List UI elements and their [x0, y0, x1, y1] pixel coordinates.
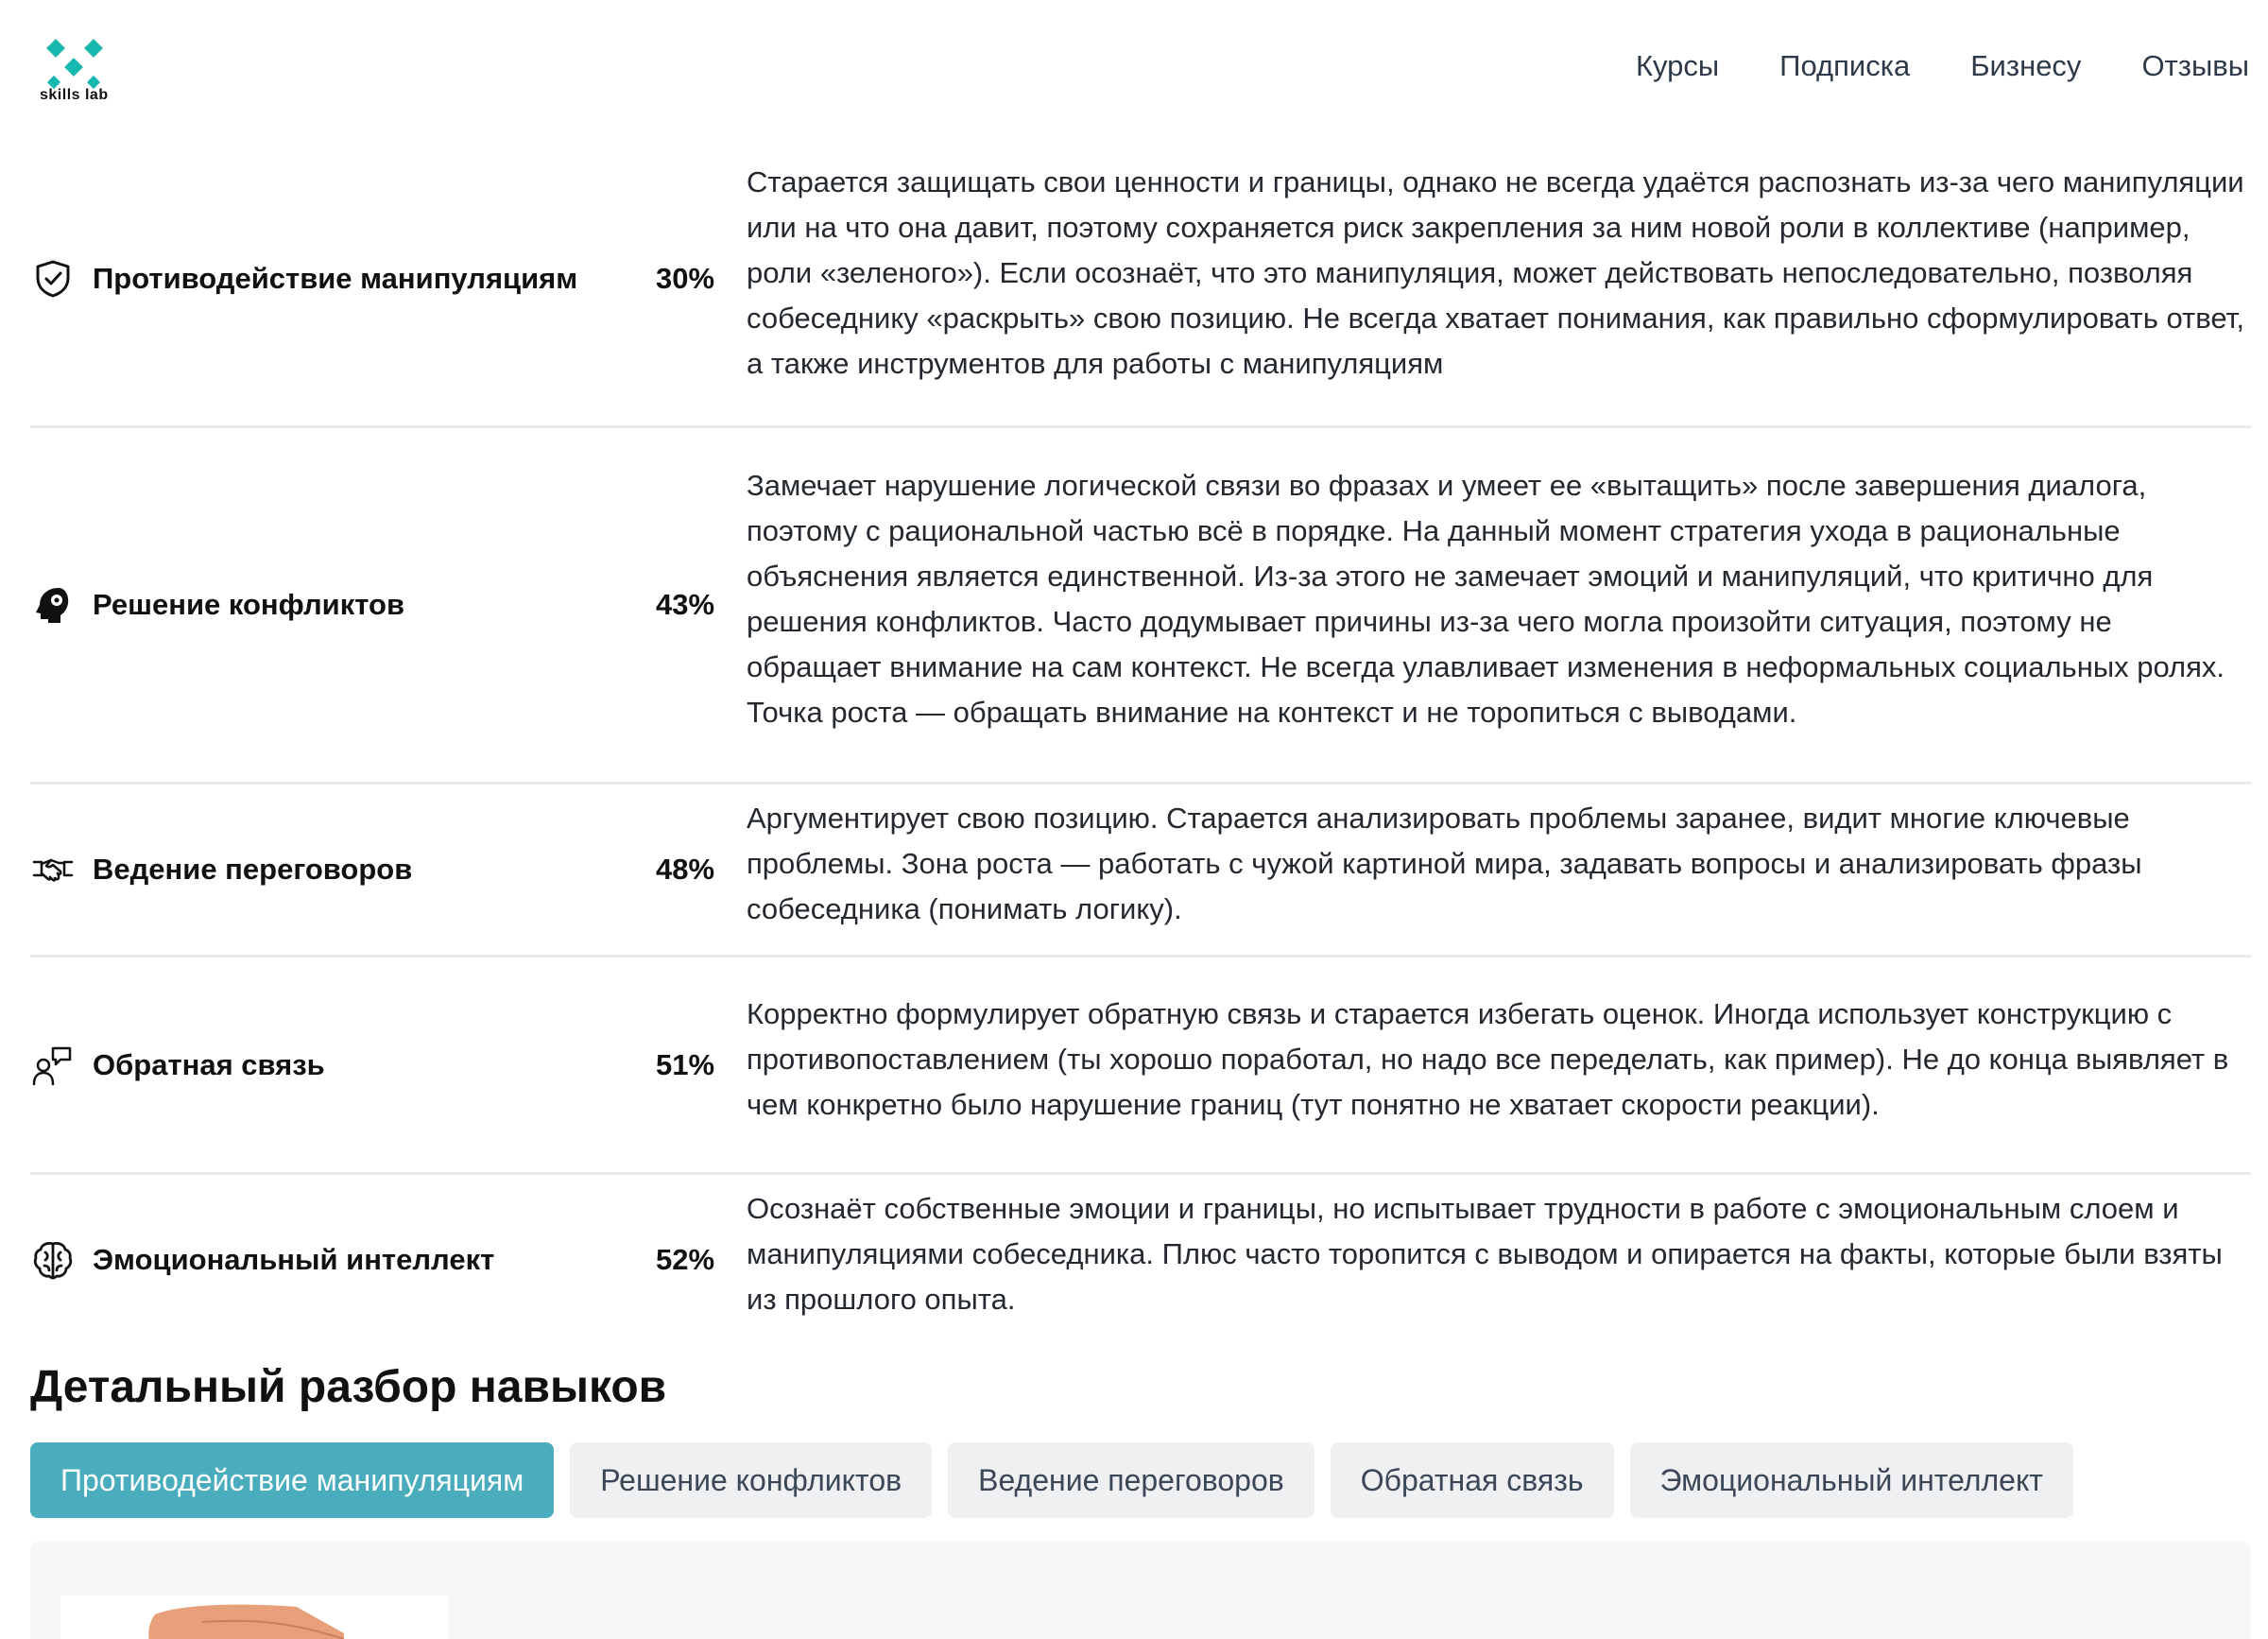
skill-label: Противодействие манипуляциям — [93, 262, 578, 295]
handshake-icon — [32, 858, 74, 882]
skill-percent: 51% — [656, 1047, 715, 1081]
skill-label: Обратная связь — [93, 1047, 325, 1081]
skill-tabs: Противодействие манипуляциям Решение кон… — [30, 1442, 2073, 1518]
shield-check-icon — [36, 260, 70, 298]
tab-conflict-resolution[interactable]: Решение конфликтов — [570, 1442, 933, 1518]
nav-courses[interactable]: Курсы — [1636, 49, 1719, 83]
detail-panel — [30, 1541, 2251, 1639]
main-nav: Курсы Подписка Бизнесу Отзывы — [1636, 49, 2249, 83]
skill-description: Замечает нарушение логической связи во ф… — [747, 469, 2225, 729]
skill-percent: 43% — [656, 588, 715, 621]
brain-icon — [33, 1241, 73, 1280]
skill-row: Решение конфликтов 43% Замечает нарушени… — [30, 428, 2251, 785]
nav-subscription[interactable]: Подписка — [1779, 49, 1910, 83]
skill-label: Ведение переговоров — [93, 853, 413, 886]
skill-row: Обратная связь 51% Корректно формулирует… — [30, 958, 2251, 1175]
skill-name-cell: Обратная связь — [30, 1044, 656, 1086]
skill-percent: 52% — [656, 1243, 715, 1276]
skill-name-cell: Ведение переговоров — [30, 849, 656, 890]
skill-label: Решение конфликтов — [93, 588, 405, 621]
skill-name-cell: Эмоциональный интеллект — [30, 1239, 656, 1281]
site-header: skills lab Курсы Подписка Бизнесу Отзывы — [0, 0, 2268, 132]
skill-description: Старается защищать свои ценности и грани… — [747, 165, 2244, 380]
head-gear-icon — [36, 588, 69, 623]
skill-name-cell: Противодействие манипуляциям — [30, 258, 656, 300]
tab-feedback[interactable]: Обратная связь — [1330, 1442, 1614, 1518]
skill-row: Ведение переговоров 48% Аргументирует св… — [30, 785, 2251, 958]
person-speech-icon — [32, 1046, 72, 1085]
hand-illustration — [148, 1604, 345, 1639]
skill-description: Корректно формулирует обратную связь и с… — [747, 996, 2229, 1121]
skill-row: Эмоциональный интеллект 52% Осознаёт соб… — [30, 1175, 2251, 1345]
nav-reviews[interactable]: Отзывы — [2141, 49, 2249, 83]
logo-text: skills lab — [40, 87, 109, 103]
skill-percent: 48% — [656, 853, 715, 886]
tab-manipulation-resistance[interactable]: Противодействие манипуляциям — [30, 1442, 555, 1518]
tab-emotional-intelligence[interactable]: Эмоциональный интеллект — [1629, 1442, 2073, 1518]
skill-name-cell: Решение конфликтов — [30, 584, 656, 626]
detailed-analysis-title: Детальный разбор навыков — [30, 1362, 667, 1412]
tab-negotiation[interactable]: Ведение переговоров — [948, 1442, 1314, 1518]
skill-label: Эмоциональный интеллект — [93, 1243, 495, 1276]
skills-table: Противодействие манипуляциям 30% Старает… — [30, 132, 2251, 1345]
skill-description: Осознаёт собственные эмоции и границы, н… — [747, 1192, 2223, 1316]
skill-row: Противодействие манипуляциям 30% Старает… — [30, 132, 2251, 428]
nav-business[interactable]: Бизнесу — [1970, 49, 2081, 83]
skill-percent: 30% — [656, 262, 715, 295]
skill-description: Аргументирует свою позицию. Старается ан… — [747, 802, 2142, 925]
illustration-image — [60, 1596, 448, 1639]
